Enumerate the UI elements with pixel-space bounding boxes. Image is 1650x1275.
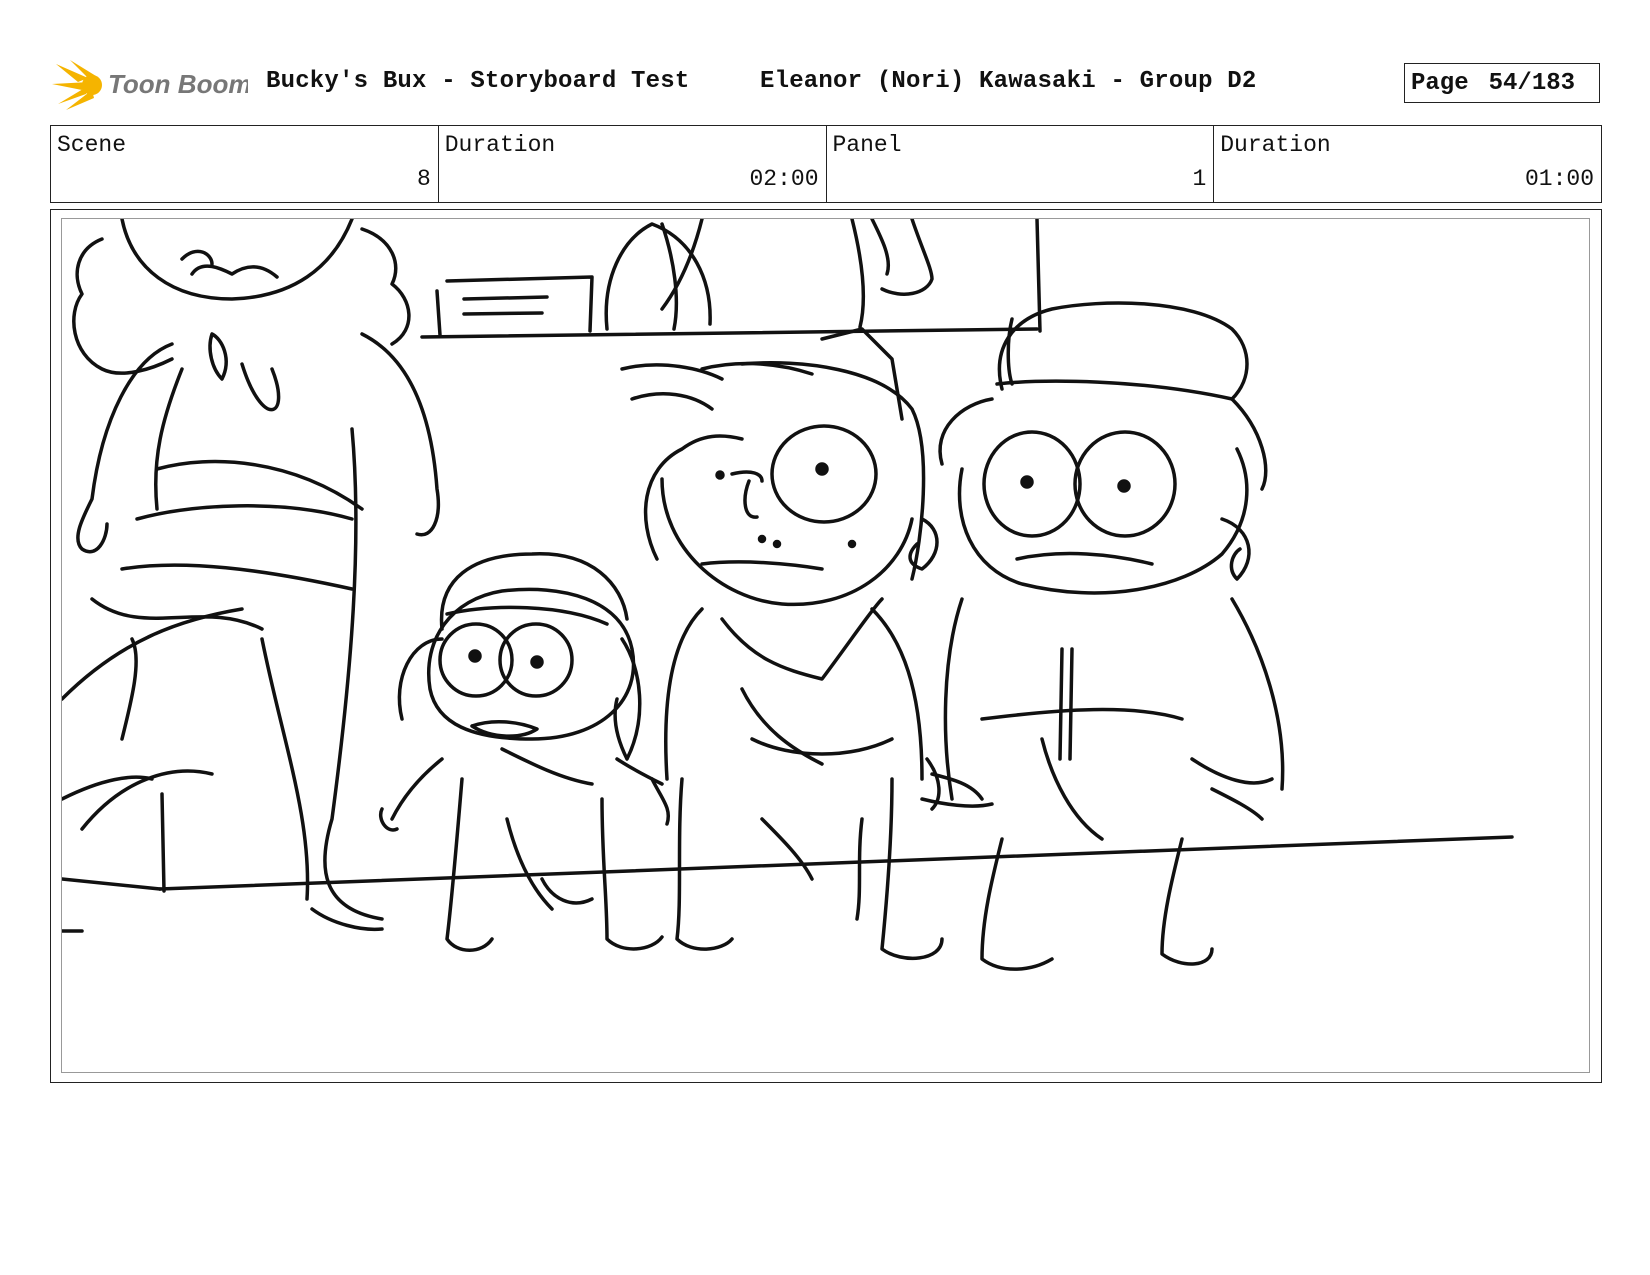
scene-cell: Scene 8 — [51, 126, 439, 202]
scene-duration-cell: Duration 02:00 — [439, 126, 827, 202]
scene-label: Scene — [57, 132, 127, 158]
panel-label: Panel — [832, 132, 902, 158]
right-boy-sketch — [920, 301, 1285, 971]
scene-value: 8 — [416, 166, 431, 192]
small-child-sketch — [379, 552, 670, 952]
page-label: Page — [1411, 69, 1469, 97]
storyboard-panel-frame — [50, 209, 1602, 1083]
scene-duration-label: Duration — [444, 132, 556, 158]
background-figure-sketch — [604, 219, 934, 331]
scene-duration-value: 02:00 — [749, 166, 819, 192]
panel-duration-cell: Duration 01:00 — [1214, 126, 1601, 202]
panel-cell: Panel 1 — [827, 126, 1215, 202]
storyboard-panel-image — [61, 218, 1590, 1073]
logo-wordmark: Toon Boom — [108, 69, 248, 99]
panel-value: 1 — [1192, 166, 1207, 192]
panel-duration-value: 01:00 — [1524, 166, 1594, 192]
starburst-icon — [52, 60, 102, 110]
panel-duration-label: Duration — [1220, 132, 1331, 158]
author-name: Eleanor (Nori) Kawasaki - Group D2 — [760, 68, 1257, 95]
scene-info-table: Scene 8 Duration 02:00 Panel 1 Duration … — [50, 125, 1602, 203]
project-title: Bucky's Bux - Storyboard Test — [266, 68, 690, 95]
toon-boom-logo: Toon Boom — [52, 56, 248, 112]
page-number: 54/183 — [1488, 69, 1576, 97]
page-indicator: Page 54/183 — [1404, 63, 1600, 103]
